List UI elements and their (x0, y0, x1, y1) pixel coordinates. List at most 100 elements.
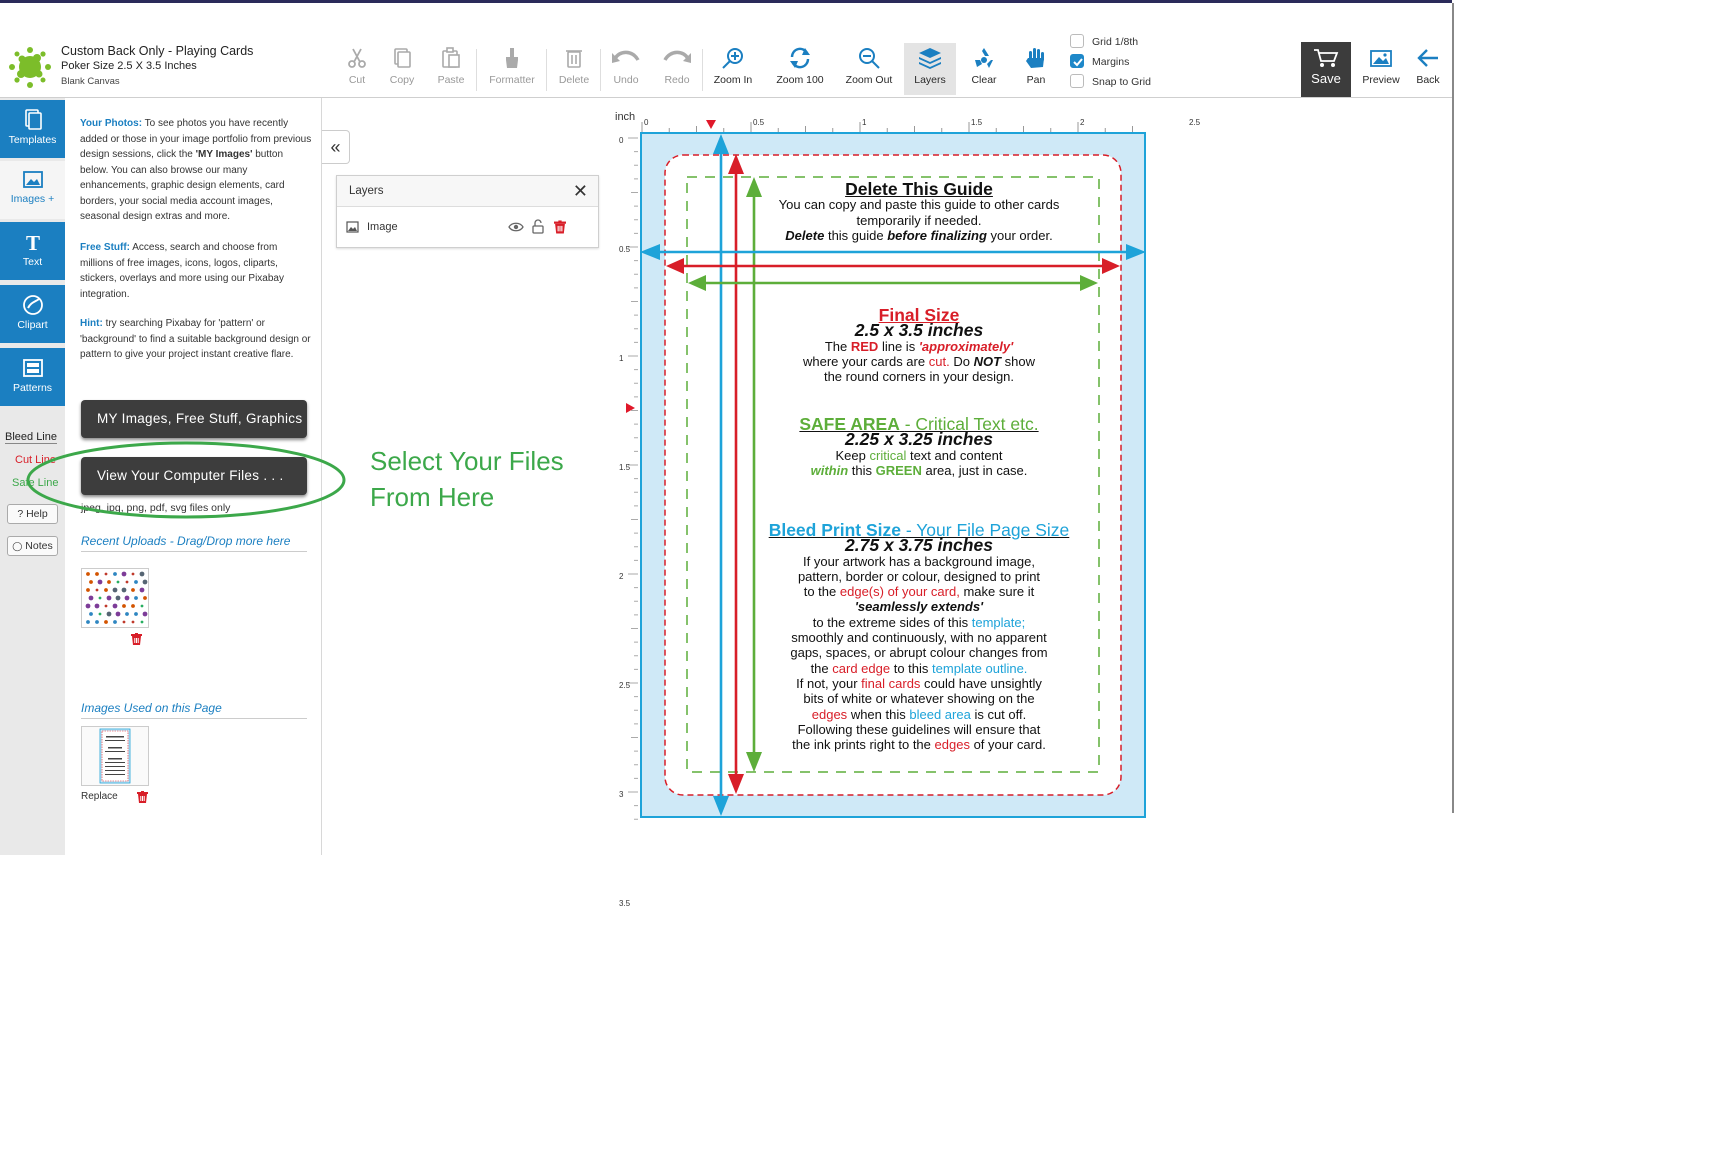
copy-label: Copy (389, 74, 415, 86)
grid-checkbox[interactable]: Grid 1/8th (1070, 34, 1138, 50)
pattern-dot (131, 604, 135, 608)
snap-checkbox[interactable]: Snap to Grid (1070, 74, 1151, 90)
tab-patterns[interactable]: Patterns (0, 348, 65, 406)
workspace-scrollbar[interactable] (1452, 3, 1454, 813)
collapse-panel-button[interactable]: « (322, 130, 350, 164)
save-button[interactable]: Save (1301, 42, 1351, 97)
bleed-line-4: 'seamlessly extends' (666, 599, 1172, 614)
my-images-button[interactable]: MY Images, Free Stuff, Graphics (81, 400, 307, 438)
hint-text: try searching Pixabay for 'pattern' or '… (80, 318, 311, 360)
layer-row-image[interactable]: Image (337, 207, 598, 247)
tab-templates[interactable]: Templates (0, 100, 65, 158)
pattern-dot (89, 612, 93, 616)
margins-checkbox[interactable]: Margins (1070, 54, 1129, 70)
toolbar-separator (476, 49, 477, 91)
pattern-dot (131, 620, 135, 624)
pattern-dot (97, 579, 103, 585)
trash-icon[interactable] (554, 220, 566, 234)
refresh-icon (790, 47, 810, 69)
text-red: RED (850, 338, 879, 354)
recent-upload-thumbnail[interactable] (81, 568, 149, 628)
tab-text[interactable]: T Text (0, 222, 65, 280)
tab-images[interactable]: Images + (0, 161, 65, 219)
checkbox-box[interactable] (1070, 54, 1084, 69)
pattern-dot (122, 604, 126, 608)
delete-upload-trash-icon[interactable] (131, 633, 142, 645)
layers-icon (919, 48, 941, 69)
guide-line-3: Delete this guide before finalizing your… (666, 228, 1172, 243)
replace-link[interactable]: Replace (81, 791, 118, 802)
ruler-marker-top-icon[interactable] (706, 120, 716, 130)
delete-button[interactable]: Delete (552, 43, 596, 95)
copy-icon (394, 48, 411, 68)
close-icon[interactable]: ✕ (573, 176, 588, 207)
recent-uploads-title[interactable]: Recent Uploads - Drag/Drop more here (81, 534, 307, 552)
pattern-dot (121, 587, 127, 593)
pattern-dot (134, 580, 138, 584)
pattern-dot (88, 595, 94, 601)
undo-button[interactable]: Undo (604, 43, 648, 95)
copy-button[interactable]: Copy (380, 43, 424, 95)
formatter-button[interactable]: Formatter (482, 43, 542, 95)
bleed-line-6: smoothly and continuously, with no appar… (791, 630, 1047, 646)
vertical-ruler[interactable] (616, 132, 638, 824)
text-the-2: the (810, 660, 829, 676)
text-of-your-card: of your card. (973, 737, 1046, 753)
preview-label: Preview (1362, 74, 1400, 86)
document-size: Poker Size 2.5 X 3.5 Inches (61, 60, 197, 72)
checkbox-box[interactable] (1070, 34, 1084, 49)
safe-area-block: SAFE AREA - Critical Text etc. 2.25 x 3.… (666, 415, 1172, 478)
final-size-block: Final Size 2.5 x 3.5 inches The RED line… (666, 306, 1172, 384)
tab-patterns-label: Patterns (12, 382, 53, 394)
pattern-dot (115, 595, 121, 601)
text-if-not-your: If not, your (796, 675, 858, 691)
safe-area-line-1: Keep critical text and content (666, 448, 1172, 463)
pattern-dot (122, 620, 126, 624)
recycle-icon (975, 48, 993, 68)
image-layer-icon (346, 221, 359, 233)
ruler-label: 0 (644, 118, 649, 127)
document-subtitle: Blank Canvas (61, 76, 120, 87)
notes-label: Notes (25, 540, 53, 552)
notes-button[interactable]: ◯ Notes (7, 536, 58, 556)
toolbar: Custom Back Only - Playing Cards Poker S… (0, 3, 1452, 98)
used-image-thumbnail[interactable] (81, 726, 149, 786)
tab-clipart[interactable]: Clipart (0, 285, 65, 343)
layers-button[interactable]: Layers (904, 43, 956, 95)
paste-icon (442, 47, 460, 68)
ruler-marker-left-icon[interactable] (626, 403, 636, 413)
pattern-dot (106, 611, 112, 617)
redo-button[interactable]: Redo (655, 43, 699, 95)
text-ink-prints: the ink prints right to the (792, 737, 931, 753)
eye-icon[interactable] (508, 221, 524, 233)
zoom-100-button[interactable]: Zoom 100 (770, 43, 830, 95)
question-icon: ? (17, 508, 24, 520)
pattern-dot (104, 620, 108, 624)
pattern-dot (131, 572, 135, 576)
pattern-dot (134, 596, 138, 600)
pan-button[interactable]: Pan (1014, 43, 1058, 95)
checkbox-box[interactable] (1070, 74, 1084, 89)
guide-thumbnail-image (99, 728, 131, 784)
clear-button[interactable]: Clear (962, 43, 1006, 95)
paste-button[interactable]: Paste (428, 43, 474, 95)
zoom-in-button[interactable]: Zoom In (708, 43, 758, 95)
delete-used-image-trash-icon[interactable] (137, 791, 148, 803)
preview-button[interactable]: Preview (1356, 43, 1406, 95)
zoom-out-button[interactable]: Zoom Out (840, 43, 898, 95)
pattern-dot (142, 579, 148, 585)
patterns-icon (22, 359, 43, 377)
text-edges-2: edges (934, 737, 970, 753)
safe-area-line-2: within this GREEN area, just in case. (666, 463, 1172, 478)
card-canvas[interactable]: Delete This Guide You can copy and paste… (640, 132, 1146, 818)
pattern-dot (139, 571, 145, 577)
cut-button[interactable]: Cut (336, 43, 378, 95)
unlock-icon[interactable] (532, 219, 544, 234)
callout-line-1: Select Your Files (370, 446, 564, 476)
ruler-label: 2.5 (1189, 118, 1201, 127)
pattern-dot (125, 580, 129, 584)
zoom-out-label: Zoom Out (845, 74, 893, 86)
back-button[interactable]: Back (1408, 43, 1448, 95)
text-text-and-content: text and content (909, 447, 1003, 463)
text-template: template; (971, 614, 1026, 630)
